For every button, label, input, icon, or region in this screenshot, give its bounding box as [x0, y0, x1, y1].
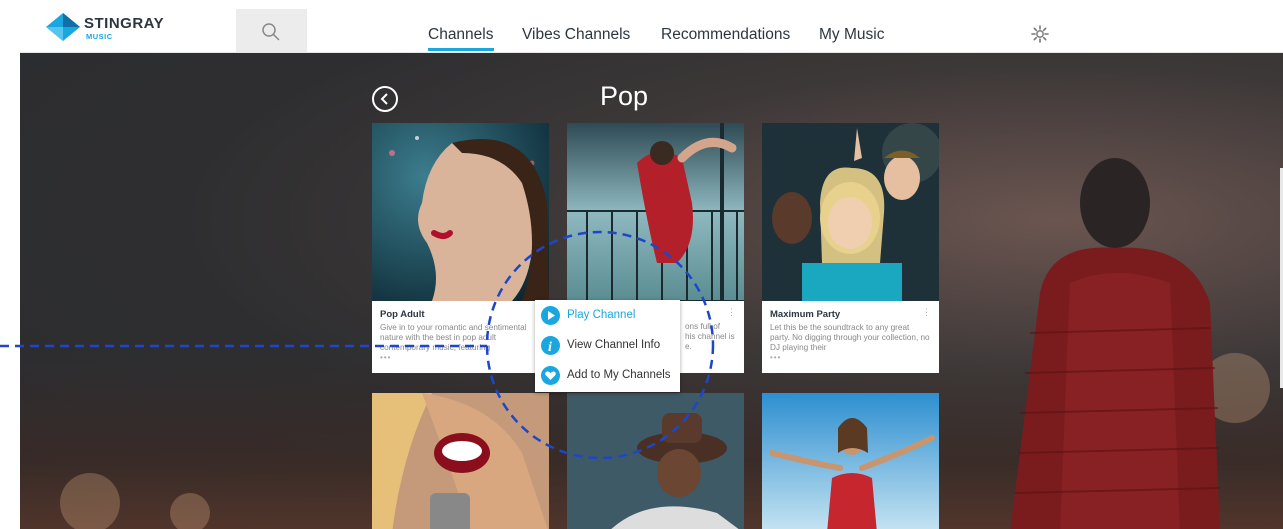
info-icon: i	[541, 336, 560, 355]
heart-icon	[541, 366, 560, 385]
stingray-logo[interactable]: STINGRAY MUSIC	[46, 13, 206, 41]
tab-recommendations[interactable]: Recommendations	[661, 26, 790, 44]
search-icon	[262, 23, 280, 41]
bokeh-light	[170, 493, 210, 529]
top-navigation-bar: STINGRAY MUSIC Channels Vibes Channels R…	[20, 0, 1283, 53]
channel-card-row2-3[interactable]	[762, 393, 939, 529]
menu-item-label: Add to My Channels	[567, 369, 671, 381]
menu-item-label: View Channel Info	[567, 339, 661, 351]
back-button[interactable]	[372, 86, 398, 112]
bokeh-light	[60, 473, 120, 529]
more-dots[interactable]: •••	[380, 354, 541, 362]
channel-image	[372, 123, 549, 301]
play-icon	[541, 306, 560, 325]
left-margin	[0, 0, 20, 529]
logo-subtitle: MUSIC	[86, 32, 113, 41]
card-title: Pop Adult	[380, 309, 425, 320]
gear-icon[interactable]	[1030, 24, 1050, 44]
tab-channels[interactable]: Channels	[428, 26, 494, 51]
search-button[interactable]	[236, 9, 307, 52]
card-kebab-menu[interactable]: ⋮	[922, 307, 931, 318]
logo-wordmark: STINGRAY	[84, 15, 165, 32]
menu-item-label: Play Channel	[567, 309, 636, 321]
chevron-left-icon	[380, 93, 388, 105]
card-kebab-menu[interactable]: ⋮	[727, 307, 736, 318]
hero-background: Pop Pop Adult Give in to your romantic a…	[20, 53, 1283, 529]
page-title: Pop	[600, 81, 649, 111]
add-to-my-channels-menu-item[interactable]: Add to My Channels	[541, 366, 679, 386]
channel-card-pop-adult[interactable]: Pop Adult Give in to your romantic and s…	[372, 123, 549, 373]
view-channel-info-menu-item[interactable]: i View Channel Info	[541, 336, 679, 356]
channel-card-row2-2[interactable]	[567, 393, 744, 529]
card-description: Give in to your romantic and sentimental…	[380, 323, 527, 352]
stingray-logo-icon	[46, 13, 80, 41]
channel-card-maximum-party[interactable]: ⋮ Maximum Party Let this be the soundtra…	[762, 123, 939, 373]
tab-my-music[interactable]: My Music	[819, 26, 884, 44]
tab-vibes-channels[interactable]: Vibes Channels	[522, 26, 630, 44]
card-description: Let this be the soundtrack to any great …	[770, 323, 930, 352]
channel-image	[567, 123, 744, 301]
channel-card-row2-1[interactable]	[372, 393, 549, 529]
play-channel-menu-item[interactable]: Play Channel	[541, 306, 679, 326]
more-dots[interactable]: •••	[770, 354, 931, 362]
card-title: Maximum Party	[770, 309, 841, 320]
channel-image	[762, 123, 939, 301]
svg-text:i: i	[548, 340, 552, 355]
channel-context-menu: Play Channel i View Channel Info Add to …	[535, 300, 680, 392]
card-body: Pop Adult Give in to your romantic and s…	[372, 301, 549, 373]
background-person-image	[1010, 158, 1220, 529]
card-body: ⋮ Maximum Party Let this be the soundtra…	[762, 301, 939, 373]
